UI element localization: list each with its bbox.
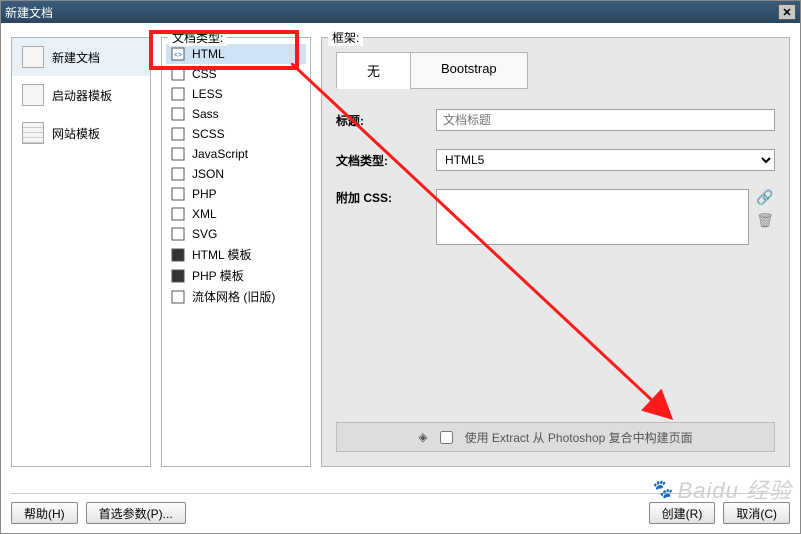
- doctype-item-javascript[interactable]: JavaScript: [166, 144, 306, 164]
- doctype-item-label: JSON: [192, 167, 224, 181]
- file-icon: [170, 66, 186, 82]
- category-panel: 新建文档 启动器模板 网站模板: [11, 37, 151, 467]
- file-icon: [170, 166, 186, 182]
- link-icon[interactable]: 🔗: [756, 189, 773, 206]
- file-icon: <>: [170, 46, 186, 62]
- doctype-list: <> HTML CSS LESS Sass SCSS JavaScript JS…: [162, 38, 310, 313]
- category-label: 启动器模板: [52, 87, 112, 104]
- layers-icon: ◈: [418, 430, 427, 444]
- delete-icon[interactable]: 🗑: [756, 212, 774, 229]
- category-label: 网站模板: [52, 125, 100, 142]
- file-icon: [170, 206, 186, 222]
- doctype-item-label: CSS: [192, 67, 217, 81]
- framework-panel-label: 框架:: [328, 29, 363, 46]
- framework-tabs: 无 Bootstrap: [336, 52, 775, 89]
- help-button[interactable]: 帮助(H): [11, 502, 78, 524]
- category-new-document[interactable]: 新建文档: [12, 38, 150, 76]
- doctype-item-label: HTML: [192, 47, 225, 61]
- doctype-item-xml[interactable]: XML: [166, 204, 306, 224]
- doctype-item-less[interactable]: LESS: [166, 84, 306, 104]
- doctype-item-label: PHP: [192, 187, 217, 201]
- file-icon: [170, 106, 186, 122]
- svg-text:<>: <>: [174, 52, 182, 59]
- file-icon: [170, 126, 186, 142]
- doctype-item-label: LESS: [192, 87, 223, 101]
- title-label: 标题:: [336, 112, 436, 129]
- doctype-item-label: HTML 模板: [192, 246, 252, 263]
- create-button[interactable]: 创建(R): [649, 502, 716, 524]
- file-icon: [170, 247, 186, 263]
- file-icon: [170, 186, 186, 202]
- doctype-item-scss[interactable]: SCSS: [166, 124, 306, 144]
- dialog-body: 新建文档 启动器模板 网站模板 文档类型: <> HTML: [1, 23, 800, 533]
- cancel-button[interactable]: 取消(C): [723, 502, 790, 524]
- file-icon: [170, 289, 186, 305]
- doctype-item-label: PHP 模板: [192, 267, 244, 284]
- doctype-select[interactable]: HTML5: [436, 149, 775, 171]
- dialog-footer: 帮助(H) 首选参数(P)... 创建(R) 取消(C): [11, 493, 790, 523]
- doctype-item-label: 流体网格 (旧版): [192, 288, 275, 305]
- doctype-item-label: SVG: [192, 227, 217, 241]
- doctype-item-sass[interactable]: Sass: [166, 104, 306, 124]
- doctype-item-html-template[interactable]: HTML 模板: [166, 244, 306, 265]
- extract-bar[interactable]: ◈ 使用 Extract 从 Photoshop 复合中构建页面: [336, 422, 775, 452]
- prefs-button[interactable]: 首选参数(P)...: [86, 502, 186, 524]
- css-label: 附加 CSS:: [336, 189, 436, 206]
- doctype-item-fluid-grid[interactable]: 流体网格 (旧版): [166, 286, 306, 307]
- doctype-item-html[interactable]: <> HTML: [166, 44, 306, 64]
- category-label: 新建文档: [52, 49, 100, 66]
- close-button[interactable]: ✕: [778, 4, 796, 20]
- doctype-item-css[interactable]: CSS: [166, 64, 306, 84]
- tab-bootstrap[interactable]: Bootstrap: [410, 52, 528, 89]
- doctype-item-label: Sass: [192, 107, 219, 121]
- category-site-templates[interactable]: 网站模板: [12, 114, 150, 152]
- dialog-window: 新建文档 ✕ 新建文档 启动器模板 网站模板: [0, 0, 801, 534]
- extract-label: 使用 Extract 从 Photoshop 复合中构建页面: [465, 429, 693, 446]
- extract-checkbox[interactable]: [440, 431, 453, 444]
- doctype-label: 文档类型:: [336, 152, 436, 169]
- tab-none[interactable]: 无: [336, 52, 411, 89]
- attached-css-list[interactable]: [436, 189, 749, 245]
- grid-icon: [22, 122, 44, 144]
- framework-panel: 框架: 无 Bootstrap 标题: 文档类型: HTML5 附加 CSS: [321, 37, 790, 467]
- doctype-item-php[interactable]: PHP: [166, 184, 306, 204]
- title-input[interactable]: [436, 109, 775, 131]
- doctype-item-label: XML: [192, 207, 217, 221]
- document-icon: [22, 46, 44, 68]
- doctype-panel: 文档类型: <> HTML CSS LESS Sass SCSS JavaScr…: [161, 37, 311, 467]
- category-starter-templates[interactable]: 启动器模板: [12, 76, 150, 114]
- doctype-item-json[interactable]: JSON: [166, 164, 306, 184]
- file-icon: [170, 86, 186, 102]
- doctype-item-label: JavaScript: [192, 147, 248, 161]
- titlebar: 新建文档 ✕: [1, 1, 800, 23]
- template-icon: [22, 84, 44, 106]
- doctype-item-php-template[interactable]: PHP 模板: [166, 265, 306, 286]
- doctype-item-label: SCSS: [192, 127, 225, 141]
- window-title: 新建文档: [5, 4, 53, 21]
- file-icon: [170, 226, 186, 242]
- file-icon: [170, 268, 186, 284]
- doctype-item-svg[interactable]: SVG: [166, 224, 306, 244]
- file-icon: [170, 146, 186, 162]
- doctype-panel-label: 文档类型:: [168, 29, 227, 46]
